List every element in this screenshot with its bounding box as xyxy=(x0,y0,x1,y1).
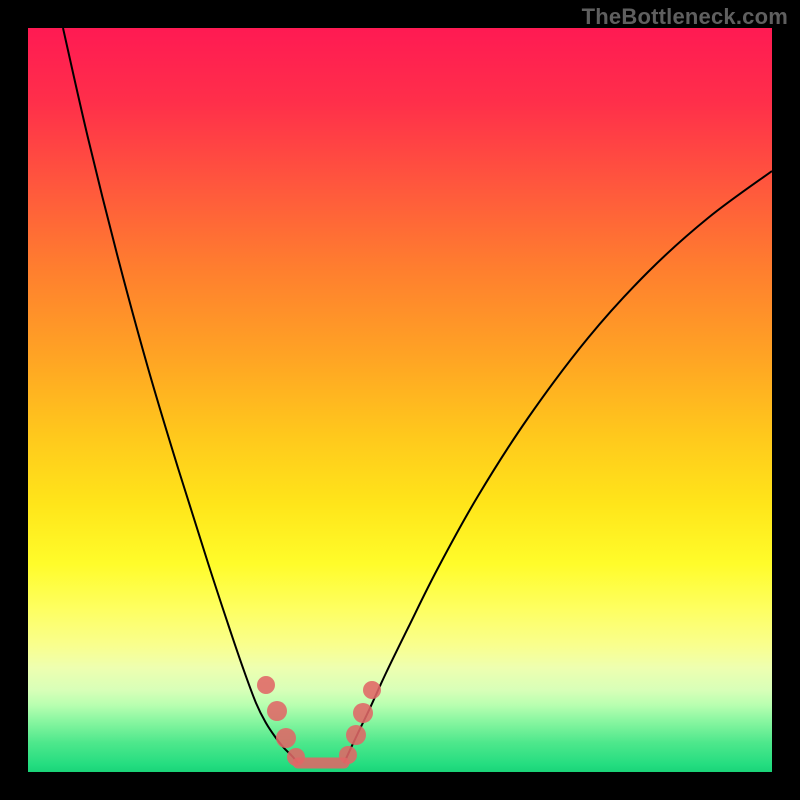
data-marker xyxy=(267,701,287,721)
data-marker xyxy=(339,746,357,764)
data-marker xyxy=(363,681,381,699)
data-marker xyxy=(276,728,296,748)
data-marker xyxy=(287,748,305,766)
curve-overlay xyxy=(28,28,772,772)
outer-frame: TheBottleneck.com xyxy=(0,0,800,800)
watermark-text: TheBottleneck.com xyxy=(582,4,788,30)
data-marker xyxy=(257,676,275,694)
plot-area xyxy=(28,28,772,772)
data-marker xyxy=(353,703,373,723)
curve-left xyxy=(63,28,298,763)
marker-group xyxy=(257,676,381,766)
curve-right xyxy=(344,171,772,763)
data-marker xyxy=(346,725,366,745)
